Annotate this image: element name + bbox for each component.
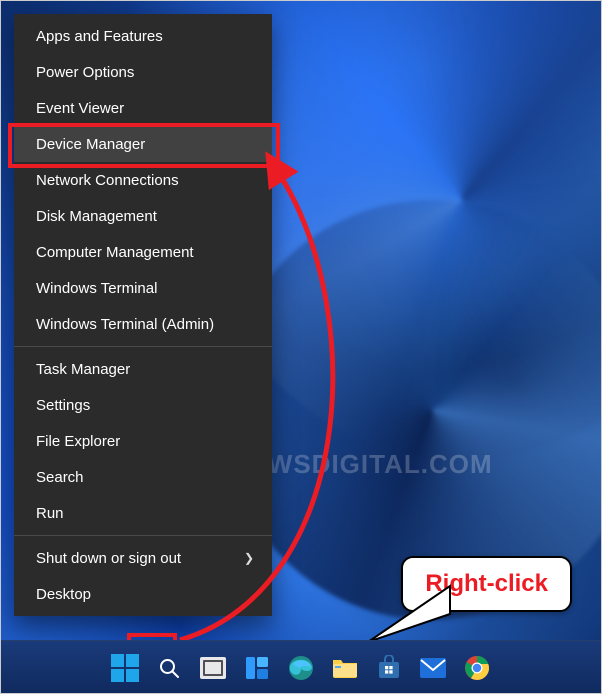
annotation-callout-tail [362, 576, 452, 646]
menu-separator [14, 535, 272, 536]
menu-item-windows-terminal-admin[interactable]: Windows Terminal (Admin) [14, 306, 272, 342]
microsoft-store-button[interactable] [374, 653, 404, 683]
menu-item-settings[interactable]: Settings [14, 387, 272, 423]
task-view-icon [200, 657, 226, 679]
mail-icon [419, 657, 447, 679]
mail-button[interactable] [418, 653, 448, 683]
store-icon [376, 655, 402, 681]
menu-item-apps-features[interactable]: Apps and Features [14, 18, 272, 54]
menu-item-windows-terminal[interactable]: Windows Terminal [14, 270, 272, 306]
chevron-right-icon: ❯ [244, 551, 254, 565]
menu-item-shutdown-signout[interactable]: Shut down or sign out ❯ [14, 540, 272, 576]
taskbar [0, 640, 602, 694]
search-button[interactable] [154, 653, 184, 683]
folder-icon [331, 656, 359, 680]
menu-item-disk-management[interactable]: Disk Management [14, 198, 272, 234]
menu-item-network-connections[interactable]: Network Connections [14, 162, 272, 198]
menu-item-computer-management[interactable]: Computer Management [14, 234, 272, 270]
windows-logo-icon [111, 654, 139, 682]
menu-item-task-manager[interactable]: Task Manager [14, 351, 272, 387]
menu-item-event-viewer[interactable]: Event Viewer [14, 90, 272, 126]
menu-item-desktop[interactable]: Desktop [14, 576, 272, 612]
edge-button[interactable] [286, 653, 316, 683]
menu-item-power-options[interactable]: Power Options [14, 54, 272, 90]
menu-item-run[interactable]: Run [14, 495, 272, 531]
search-icon [157, 656, 181, 680]
widgets-button[interactable] [242, 653, 272, 683]
menu-item-file-explorer[interactable]: File Explorer [14, 423, 272, 459]
edge-icon [287, 654, 315, 682]
menu-item-search[interactable]: Search [14, 459, 272, 495]
start-button[interactable] [110, 653, 140, 683]
menu-separator [14, 346, 272, 347]
chrome-icon [464, 655, 490, 681]
task-view-button[interactable] [198, 653, 228, 683]
menu-item-device-manager[interactable]: Device Manager [14, 126, 272, 162]
widgets-icon [244, 655, 270, 681]
chrome-button[interactable] [462, 653, 492, 683]
winx-context-menu: Apps and Features Power Options Event Vi… [14, 14, 272, 616]
file-explorer-button[interactable] [330, 653, 360, 683]
